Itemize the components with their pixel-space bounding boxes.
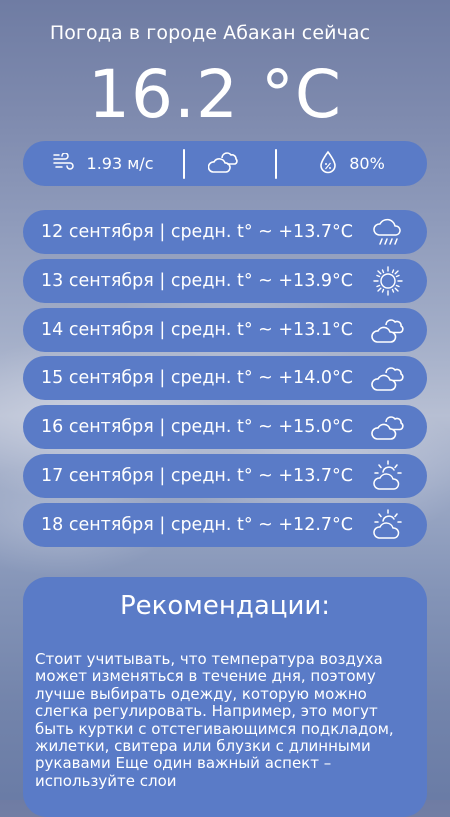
forecast-row[interactable]: 18 сентября | средн. t° ~ +12.7°C bbox=[23, 502, 427, 547]
forecast-text: 15 сентября | средн. t° ~ +14.0°C bbox=[41, 368, 353, 389]
rain-icon bbox=[371, 215, 405, 249]
forecast-text: 18 сентября | средн. t° ~ +12.7°C bbox=[41, 514, 353, 535]
forecast-row[interactable]: 15 сентября | средн. t° ~ +14.0°C bbox=[23, 356, 427, 401]
forecast-text: 17 сентября | средн. t° ~ +13.7°C bbox=[41, 465, 353, 486]
sun-behind-cloud-icon bbox=[371, 459, 405, 493]
clouds-icon bbox=[371, 313, 405, 347]
wind-speed: 1.93 м/с bbox=[86, 154, 154, 173]
recommendations-title: Рекомендации: bbox=[119, 591, 331, 621]
recommendations-card: Рекомендации: Стоит учитывать, что темпе… bbox=[23, 577, 427, 817]
forecast-text: 13 сентября | средн. t° ~ +13.9°C bbox=[41, 270, 353, 291]
forecast-row[interactable]: 13 сентября | средн. t° ~ +13.9°C bbox=[23, 258, 427, 303]
forecast-text: 12 сентября | средн. t° ~ +13.7°C bbox=[41, 222, 353, 242]
clouds-icon bbox=[371, 410, 405, 444]
forecast-row[interactable]: 16 сентября | средн. t° ~ +15.0°C bbox=[23, 405, 427, 450]
wind-stat: 1.93 м/с bbox=[23, 151, 183, 175]
droplet-icon bbox=[319, 150, 349, 178]
forecast-row[interactable]: 12 сентября | средн. t° ~ +13.7°C bbox=[23, 210, 427, 254]
clouds-icon bbox=[371, 361, 405, 395]
forecast-text: 14 сентября | средн. t° ~ +13.1°C bbox=[41, 319, 353, 340]
forecast-list: 12 сентября | средн. t° ~ +13.7°C 13 сен… bbox=[23, 210, 427, 552]
forecast-row[interactable]: 17 сентября | средн. t° ~ +13.7°C bbox=[23, 453, 427, 498]
humidity-value: 80% bbox=[349, 154, 385, 173]
page-title: Погода в городе Абакан сейчас bbox=[49, 22, 371, 44]
forecast-text: 16 сентября | средн. t° ~ +15.0°C bbox=[41, 417, 353, 438]
recommendations-text: Стоит учитывать, что температура воздуха… bbox=[35, 650, 394, 790]
sun-icon bbox=[371, 264, 405, 298]
wind-icon bbox=[52, 151, 87, 175]
partly-cloudy-icon bbox=[207, 149, 252, 179]
forecast-row[interactable]: 14 сентября | средн. t° ~ +13.1°C bbox=[23, 307, 427, 352]
sky-stat bbox=[185, 149, 275, 179]
current-temperature: 16.2 °C bbox=[87, 56, 343, 133]
sun-behind-cloud-icon bbox=[371, 508, 405, 542]
current-conditions-bar: 1.93 м/с 80% bbox=[23, 141, 427, 186]
humidity-stat: 80% bbox=[277, 150, 427, 178]
